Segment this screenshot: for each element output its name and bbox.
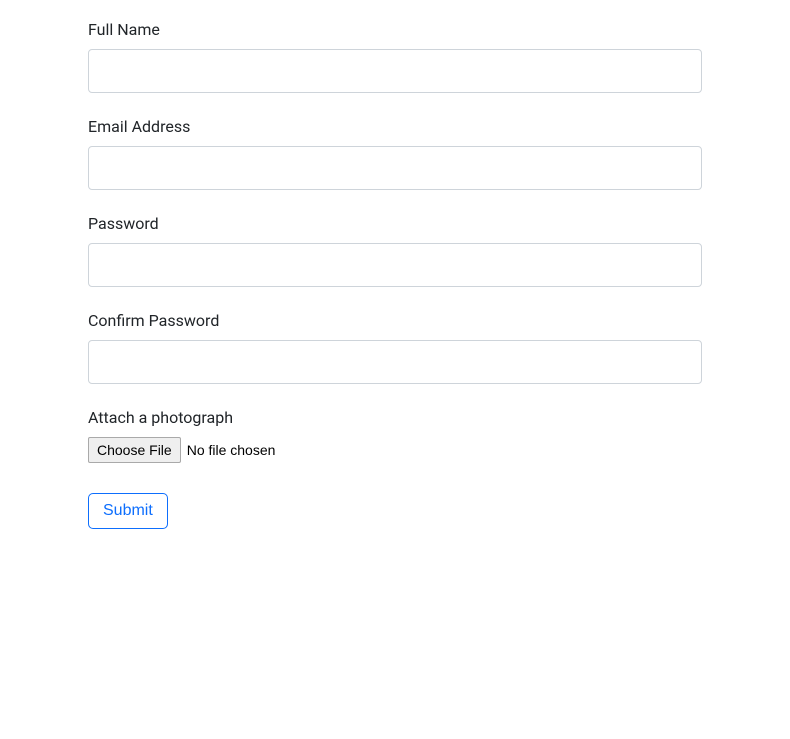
full-name-group: Full Name <box>88 20 702 93</box>
confirm-password-group: Confirm Password <box>88 311 702 384</box>
file-input-row: Choose File No file chosen <box>88 437 702 463</box>
password-group: Password <box>88 214 702 287</box>
file-status-text: No file chosen <box>187 442 276 458</box>
registration-form: Full Name Email Address Password Confirm… <box>0 0 790 569</box>
password-label: Password <box>88 214 702 233</box>
email-group: Email Address <box>88 117 702 190</box>
submit-button[interactable]: Submit <box>88 493 168 529</box>
photo-label: Attach a photograph <box>88 408 702 427</box>
photo-group: Attach a photograph Choose File No file … <box>88 408 702 463</box>
email-input[interactable] <box>88 146 702 190</box>
full-name-label: Full Name <box>88 20 702 39</box>
choose-file-button[interactable]: Choose File <box>88 437 181 463</box>
password-input[interactable] <box>88 243 702 287</box>
confirm-password-input[interactable] <box>88 340 702 384</box>
confirm-password-label: Confirm Password <box>88 311 702 330</box>
email-label: Email Address <box>88 117 702 136</box>
full-name-input[interactable] <box>88 49 702 93</box>
